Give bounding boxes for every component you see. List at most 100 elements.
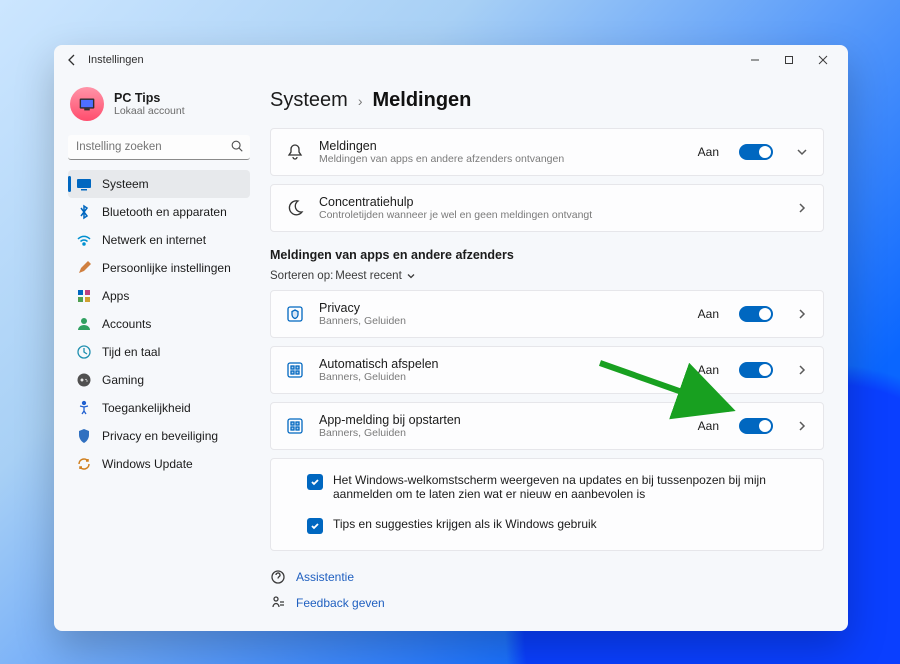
card-desc: Controletijden wanneer je wel en geen me…: [319, 209, 773, 221]
grid-square-icon: [285, 416, 305, 436]
app-row-startup[interactable]: App-melding bij opstarten Banners, Gelui…: [270, 402, 824, 450]
nav-label: Tijd en taal: [102, 345, 160, 359]
nav-label: Systeem: [102, 177, 149, 191]
chevron-down-icon[interactable]: [795, 145, 809, 159]
nav-update[interactable]: Windows Update: [68, 450, 250, 478]
display-icon: [76, 176, 92, 192]
notifications-toggle[interactable]: [739, 144, 773, 160]
minimize-button[interactable]: [738, 47, 772, 73]
nav-time[interactable]: Tijd en taal: [68, 338, 250, 366]
nav-label: Windows Update: [102, 457, 193, 471]
checkbox-tips[interactable]: Tips en suggesties krijgen als ik Window…: [271, 507, 823, 546]
nav-privacy[interactable]: Privacy en beveiliging: [68, 422, 250, 450]
back-button[interactable]: [64, 52, 80, 68]
update-icon: [76, 456, 92, 472]
main-content: Systeem › Meldingen Meldingen Meldingen …: [260, 75, 848, 631]
nav-apps[interactable]: Apps: [68, 282, 250, 310]
app-title: Automatisch afspelen: [319, 357, 684, 371]
search-icon: [230, 139, 244, 153]
toggle-state: Aan: [698, 419, 719, 433]
app-toggle[interactable]: [739, 306, 773, 322]
card-title: Concentratiehulp: [319, 195, 773, 209]
sort-control[interactable]: Sorteren op: Meest recent: [270, 270, 824, 282]
brush-icon: [76, 260, 92, 276]
nav-list: Systeem Bluetooth en apparaten Netwerk e…: [68, 170, 250, 478]
checkbox-checked-icon: [307, 474, 323, 490]
breadcrumb-parent[interactable]: Systeem: [270, 89, 348, 112]
help-icon: [270, 569, 286, 585]
checkbox-label: Het Windows-welkomstscherm weergeven na …: [333, 473, 809, 501]
nav-label: Bluetooth en apparaten: [102, 205, 227, 219]
nav-system[interactable]: Systeem: [68, 170, 250, 198]
bluetooth-icon: [76, 204, 92, 220]
search-container: [68, 135, 250, 160]
app-row-autoplay[interactable]: Automatisch afspelen Banners, Geluiden A…: [270, 346, 824, 394]
nav-label: Accounts: [102, 317, 151, 331]
feedback-icon: [270, 595, 286, 611]
breadcrumb: Systeem › Meldingen: [270, 89, 824, 112]
maximize-button[interactable]: [772, 47, 806, 73]
person-icon: [76, 316, 92, 332]
globe-clock-icon: [76, 344, 92, 360]
accessibility-icon: [76, 400, 92, 416]
chevron-right-icon[interactable]: [795, 363, 809, 377]
shield-icon: [76, 428, 92, 444]
nav-personalization[interactable]: Persoonlijke instellingen: [68, 254, 250, 282]
avatar: [70, 87, 104, 121]
card-notifications[interactable]: Meldingen Meldingen van apps en andere a…: [270, 128, 824, 176]
account-sub: Lokaal account: [114, 105, 185, 117]
chevron-right-icon: ›: [358, 93, 363, 109]
nav-accounts[interactable]: Accounts: [68, 310, 250, 338]
toggle-state: Aan: [698, 307, 719, 321]
app-row-privacy[interactable]: Privacy Banners, Geluiden Aan: [270, 290, 824, 338]
link-feedback[interactable]: Feedback geven: [270, 595, 824, 611]
link-label: Feedback geven: [296, 596, 385, 610]
gaming-icon: [76, 372, 92, 388]
nav-bluetooth[interactable]: Bluetooth en apparaten: [68, 198, 250, 226]
card-focus-assist[interactable]: Concentratiehulp Controletijden wanneer …: [270, 184, 824, 232]
link-help[interactable]: Assistentie: [270, 569, 824, 585]
checkbox-checked-icon: [307, 518, 323, 534]
toggle-state: Aan: [698, 363, 719, 377]
checkbox-card: Het Windows-welkomstscherm weergeven na …: [270, 458, 824, 551]
nav-gaming[interactable]: Gaming: [68, 366, 250, 394]
app-desc: Banners, Geluiden: [319, 427, 684, 439]
app-title: App-melding bij opstarten: [319, 413, 684, 427]
app-desc: Banners, Geluiden: [319, 315, 684, 327]
sidebar: PC Tips Lokaal account Systeem Bluetooth…: [54, 75, 260, 631]
bell-icon: [285, 142, 305, 162]
checkbox-label: Tips en suggesties krijgen als ik Window…: [333, 517, 597, 531]
titlebar: Instellingen: [54, 45, 848, 75]
search-input[interactable]: [68, 135, 250, 160]
shield-square-icon: [285, 304, 305, 324]
app-toggle[interactable]: [739, 362, 773, 378]
chevron-down-icon: [406, 271, 416, 281]
card-desc: Meldingen van apps en andere afzenders o…: [319, 153, 684, 165]
nav-label: Persoonlijke instellingen: [102, 261, 231, 275]
link-label: Assistentie: [296, 570, 354, 584]
section-heading: Meldingen van apps en andere afzenders: [270, 248, 824, 262]
apps-icon: [76, 288, 92, 304]
checkbox-welcome[interactable]: Het Windows-welkomstscherm weergeven na …: [271, 463, 823, 503]
card-title: Meldingen: [319, 139, 684, 153]
nav-label: Netwerk en internet: [102, 233, 206, 247]
nav-accessibility[interactable]: Toegankelijkheid: [68, 394, 250, 422]
nav-label: Privacy en beveiliging: [102, 429, 218, 443]
chevron-right-icon[interactable]: [795, 307, 809, 321]
app-toggle[interactable]: [739, 418, 773, 434]
nav-network[interactable]: Netwerk en internet: [68, 226, 250, 254]
toggle-state: Aan: [698, 145, 719, 159]
grid-square-icon: [285, 360, 305, 380]
chevron-right-icon[interactable]: [795, 201, 809, 215]
sort-label: Sorteren op:: [270, 270, 333, 282]
wifi-icon: [76, 232, 92, 248]
close-button[interactable]: [806, 47, 840, 73]
account-block[interactable]: PC Tips Lokaal account: [68, 81, 250, 131]
page-title: Meldingen: [372, 89, 471, 112]
settings-window: Instellingen PC Tips Lokaal account: [54, 45, 848, 631]
chevron-right-icon[interactable]: [795, 419, 809, 433]
app-desc: Banners, Geluiden: [319, 371, 684, 383]
app-title: Privacy: [319, 301, 684, 315]
moon-icon: [285, 198, 305, 218]
app-title: Instellingen: [88, 54, 144, 66]
